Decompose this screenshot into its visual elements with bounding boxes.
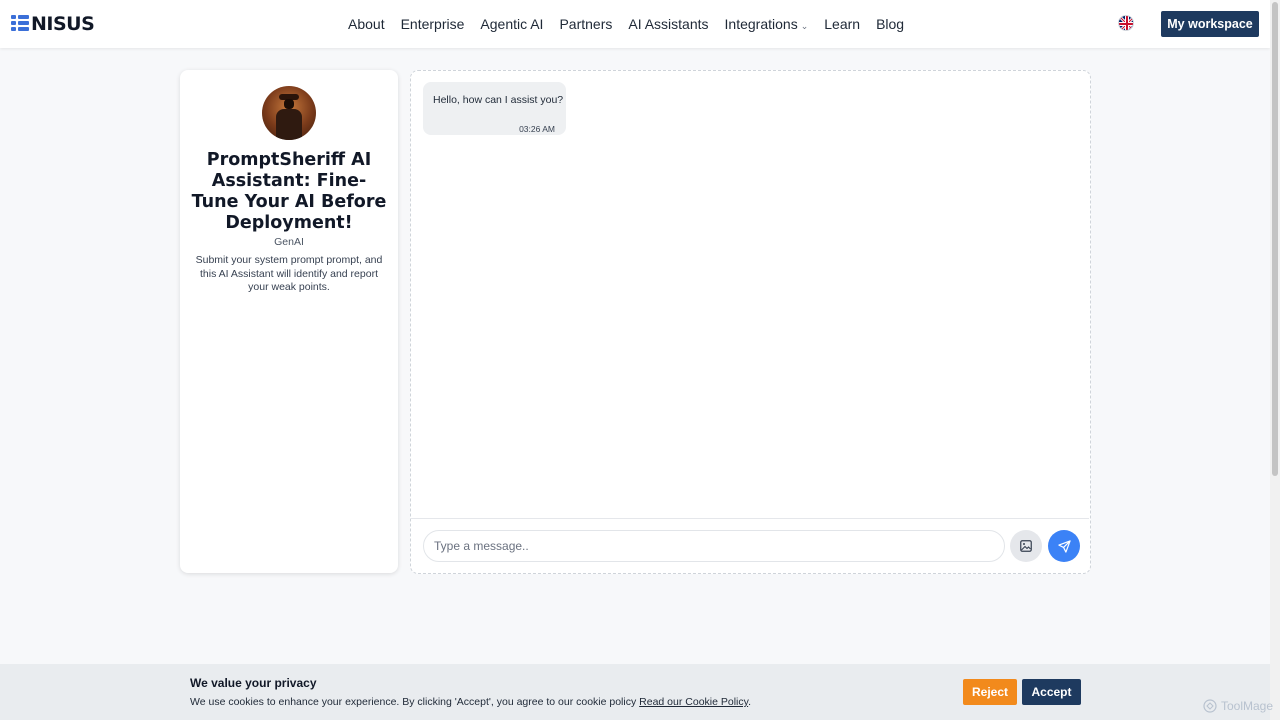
- uk-flag-icon[interactable]: [1118, 15, 1134, 31]
- assistant-category: GenAI: [274, 236, 304, 248]
- watermark: ToolMage: [1203, 699, 1273, 713]
- page-scrollbar[interactable]: [1270, 0, 1280, 720]
- top-navbar: NISUS About Enterprise Agentic AI Partne…: [0, 0, 1270, 48]
- site-logo[interactable]: NISUS: [11, 13, 95, 35]
- accept-cookies-button[interactable]: Accept: [1022, 679, 1081, 705]
- nav-ai-assistants[interactable]: AI Assistants: [628, 16, 708, 32]
- message-input[interactable]: [423, 530, 1005, 562]
- image-icon: [1020, 540, 1032, 552]
- assistant-message-bubble: Hello, how can I assist you? 03:26 AM: [423, 82, 566, 135]
- cookie-title: We value your privacy: [190, 676, 317, 690]
- main-nav: About Enterprise Agentic AI Partners AI …: [348, 0, 904, 48]
- watermark-logo-icon: [1203, 699, 1217, 713]
- chat-panel: Hello, how can I assist you? 03:26 AM: [410, 70, 1091, 574]
- chevron-down-icon: ⌄: [800, 21, 809, 31]
- assistant-profile-card: PromptSheriff AI Assistant: Fine-Tune Yo…: [180, 70, 398, 573]
- my-workspace-button[interactable]: My workspace: [1161, 11, 1259, 37]
- send-icon: [1057, 539, 1071, 553]
- logo-text: NISUS: [31, 13, 95, 35]
- nav-learn[interactable]: Learn: [824, 16, 860, 32]
- cookie-consent-banner: We value your privacy We use cookies to …: [0, 664, 1270, 720]
- scrollbar-thumb[interactable]: [1272, 2, 1278, 476]
- send-button[interactable]: [1048, 530, 1080, 562]
- reject-cookies-button[interactable]: Reject: [963, 679, 1017, 705]
- message-text: Hello, how can I assist you?: [433, 94, 564, 106]
- cookie-text-end: .: [748, 696, 752, 708]
- nav-blog[interactable]: Blog: [876, 16, 904, 32]
- nav-agentic-ai[interactable]: Agentic AI: [480, 16, 543, 32]
- cookie-policy-link[interactable]: Read our Cookie Policy: [639, 696, 748, 708]
- cookie-text: We use cookies to enhance your experienc…: [190, 696, 751, 708]
- nav-partners[interactable]: Partners: [559, 16, 612, 32]
- assistant-avatar: [262, 86, 316, 140]
- chat-divider: [411, 518, 1089, 519]
- watermark-text: ToolMage: [1221, 699, 1274, 713]
- attach-image-button[interactable]: [1010, 530, 1042, 562]
- logo-mark-icon: [11, 15, 29, 33]
- nav-enterprise[interactable]: Enterprise: [401, 16, 465, 32]
- nav-about[interactable]: About: [348, 16, 385, 32]
- nav-integrations[interactable]: Integrations ⌄: [725, 16, 809, 32]
- assistant-title: PromptSheriff AI Assistant: Fine-Tune Yo…: [191, 150, 387, 233]
- cookie-body-text: We use cookies to enhance your experienc…: [190, 696, 640, 708]
- assistant-description: Submit your system prompt prompt, and th…: [195, 254, 383, 293]
- nav-integrations-label: Integrations: [724, 16, 798, 32]
- message-timestamp: 03:26 AM: [519, 124, 555, 134]
